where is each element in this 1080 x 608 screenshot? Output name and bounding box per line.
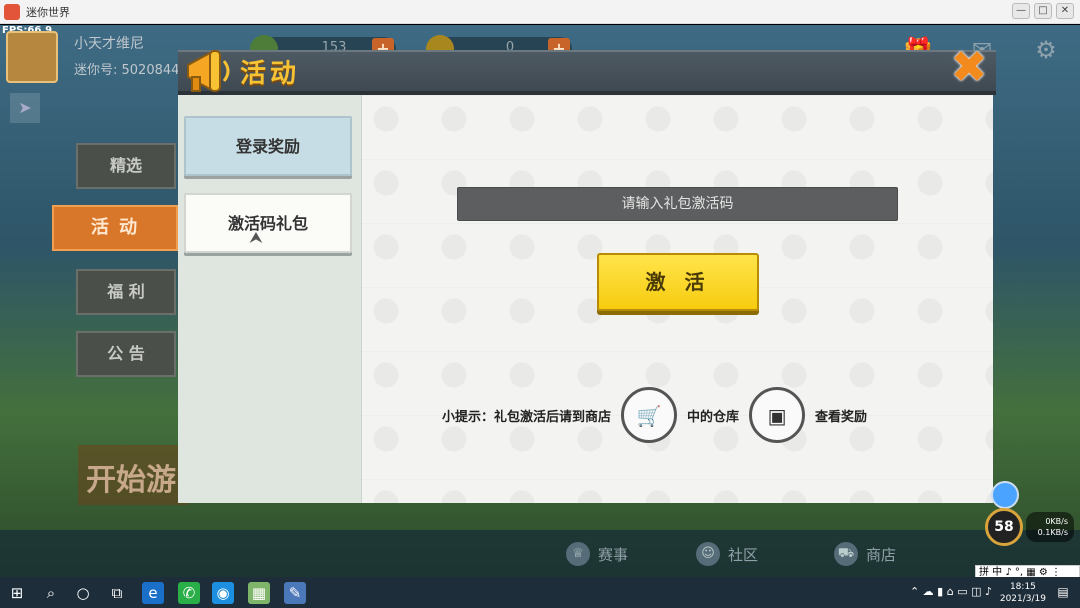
sub-tab-login-reward[interactable]: 登录奖励: [184, 116, 352, 176]
tip-text-part2: 中的仓库: [687, 409, 740, 425]
tab-announcement[interactable]: 公 告: [76, 331, 176, 377]
megaphone-icon: [187, 50, 230, 92]
app-icon: [4, 4, 20, 20]
window-close-button[interactable]: ✕: [1056, 3, 1074, 19]
notification-icon[interactable]: ▤: [1054, 583, 1072, 601]
tab-featured[interactable]: 精选: [76, 143, 176, 189]
bottom-nav-bar: ♕ 赛事 ☺ 社区 ⛟ 商店: [0, 530, 1080, 577]
avatar[interactable]: [6, 31, 58, 83]
panel-close-icon[interactable]: ✖: [946, 46, 992, 92]
window-controls: — □ ✕: [1012, 3, 1074, 19]
nav-events-label: 赛事: [598, 545, 629, 564]
community-icon: ☺: [696, 542, 720, 566]
gift-code-input[interactable]: [457, 187, 898, 221]
assistant-bubble-icon[interactable]: [991, 481, 1019, 509]
browser-icon[interactable]: ◉: [212, 582, 234, 604]
edge-browser-icon[interactable]: e: [142, 582, 164, 604]
activity-panel: 登录奖励 激活码礼包 ⮝ 激 活 小提示：礼包激活后请到商店 🛒 中的仓库 ▣ …: [178, 95, 993, 503]
tab-activity[interactable]: 活 动: [52, 205, 178, 251]
system-tray[interactable]: ⌃ ☁ ▮ ⌂ ▭ ◫ ♪: [910, 585, 992, 598]
cart-icon: ⛟: [834, 542, 858, 566]
sub-menu: 登录奖励 激活码礼包 ⮝: [178, 95, 362, 503]
maximize-button[interactable]: □: [1034, 3, 1052, 19]
net-down-speed: 0.1KB/s: [1037, 528, 1068, 537]
mini-world-app-icon[interactable]: ▦: [248, 582, 270, 604]
activate-button[interactable]: 激 活: [597, 253, 759, 311]
warehouse-chest-icon: ▣: [749, 387, 806, 443]
nav-shop[interactable]: ⛟ 商店: [834, 540, 896, 568]
task-view-icon[interactable]: ⧉: [106, 582, 128, 604]
panel-title: 活动: [240, 59, 301, 89]
username: 小天才维尼: [74, 36, 144, 52]
search-icon[interactable]: ⌕: [40, 582, 62, 604]
start-windows-icon[interactable]: ⊞: [6, 582, 28, 604]
nav-events[interactable]: ♕ 赛事: [566, 540, 628, 568]
nav-shop-label: 商店: [866, 545, 897, 564]
window-title-bar: 迷你世界 — □ ✕: [0, 0, 1080, 24]
sub-tab-code-gift-label: 激活码礼包: [227, 214, 308, 233]
tip-text-part1: 小提示：礼包激活后请到商店: [442, 409, 612, 425]
share-icon[interactable]: ➤: [10, 93, 40, 123]
window-title: 迷你世界: [26, 6, 70, 19]
wechat-icon[interactable]: ✆: [178, 582, 200, 604]
trophy-icon: ♕: [566, 542, 590, 566]
cortana-icon[interactable]: ○: [72, 582, 94, 604]
taskbar: ⊞ ⌕ ○ ⧉ e ✆ ◉ ▦ ✎ ⌃ ☁ ▮ ⌂ ▭ ◫ ♪ 18:15 20…: [0, 577, 1080, 608]
nav-community[interactable]: ☺ 社区: [696, 540, 758, 568]
minimize-button[interactable]: —: [1012, 3, 1030, 19]
sub-tab-code-gift[interactable]: 激活码礼包 ⮝: [184, 193, 352, 253]
code-gift-content: 激 活 小提示：礼包激活后请到商店 🛒 中的仓库 ▣ 查看奖励: [362, 95, 993, 503]
start-game-button[interactable]: 开始游: [78, 445, 188, 505]
mouse-cursor-icon: ⮝: [250, 230, 262, 246]
shop-cart-icon: 🛒: [621, 387, 678, 443]
net-up-speed: 0KB/s: [1045, 517, 1068, 526]
tab-welfare[interactable]: 福 利: [76, 269, 176, 315]
panel-header: [178, 50, 996, 95]
net-speed-widget: 0KB/s 0.1KB/s: [1026, 512, 1074, 542]
settings-gear-icon[interactable]: ⚙: [1030, 35, 1062, 65]
clock-time: 18:15: [1009, 582, 1036, 592]
nav-community-label: 社区: [728, 545, 759, 564]
tip-row: 小提示：礼包激活后请到商店 🛒 中的仓库 ▣ 查看奖励: [442, 385, 867, 445]
notes-app-icon[interactable]: ✎: [284, 582, 306, 604]
tip-text-part3: 查看奖励: [815, 409, 868, 425]
fps-badge: 58: [985, 508, 1023, 546]
clock-date: 2021/3/19: [999, 594, 1046, 604]
clock[interactable]: 18:15 2021/3/19: [1000, 581, 1046, 605]
